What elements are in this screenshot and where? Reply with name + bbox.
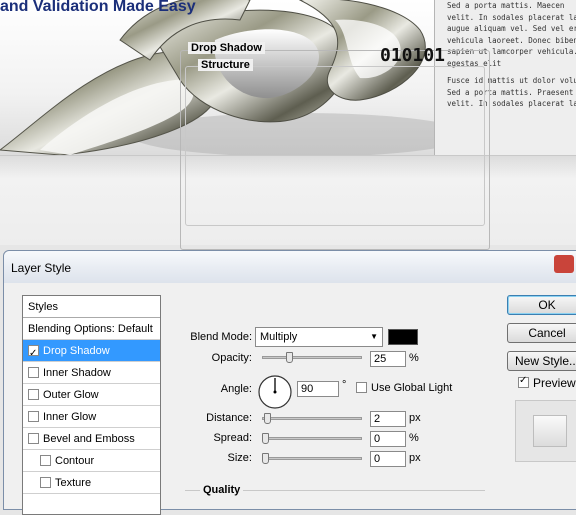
group-title: Drop Shadow [188,42,265,54]
distance-input[interactable]: 2 [370,411,406,427]
page-headline: and Validation Made Easy [0,0,196,15]
checkbox-icon[interactable] [40,454,51,466]
style-item[interactable]: Bevel and Emboss [23,428,160,450]
checkbox-icon [518,375,529,389]
distance-slider-thumb[interactable] [263,413,271,424]
styles-list: Styles Blending Options: Default Drop Sha… [22,295,161,515]
new-style-button[interactable]: New Style... [507,351,576,371]
preview-swatch [533,415,567,447]
ok-button[interactable]: OK [507,295,576,315]
style-item[interactable]: Contour [23,450,160,472]
style-item[interactable]: Texture [23,472,160,494]
structure-title: Structure [198,59,253,71]
checkbox-icon[interactable] [28,343,39,365]
overlay-binary-text: 010101 [380,45,446,66]
style-item-label: Bevel and Emboss [43,433,135,445]
checkbox-icon[interactable] [28,432,39,444]
angle-label: Angle: [220,383,252,395]
angle-input[interactable]: 90 [297,381,339,397]
distance-label: Distance: [206,412,252,424]
distance-unit: px [409,412,421,424]
style-item-label: Inner Glow [43,411,97,423]
blend-mode-label: Blend Mode: [190,331,252,343]
opacity-slider-track[interactable] [262,356,362,359]
style-item[interactable]: Inner Shadow [23,362,160,384]
spread-slider-track[interactable] [262,437,362,440]
checkbox-icon[interactable] [28,388,39,400]
angle-dial[interactable] [257,374,293,410]
spread-unit: % [409,432,419,444]
checkbox-icon[interactable] [40,476,51,488]
size-unit: px [409,452,421,464]
preview-checkbox[interactable]: Preview [518,375,576,390]
structure-group [185,66,485,226]
cancel-button[interactable]: Cancel [507,323,576,343]
quality-title: Quality [200,484,244,496]
style-item[interactable]: Blending Options: Default [23,318,160,340]
opacity-input[interactable]: 25 [370,351,406,367]
size-label: Size: [227,452,252,464]
spread-label: Spread: [213,432,252,444]
dialog-title: Layer Style [11,261,72,275]
style-item[interactable]: Inner Glow [23,406,160,428]
opacity-unit: % [409,352,419,364]
style-item-label: Blending Options: Default [28,323,153,335]
spread-slider-thumb[interactable] [262,433,269,444]
style-item-label: Contour [55,455,95,467]
shadow-color-swatch[interactable] [388,329,418,345]
angle-unit: ° [342,379,347,391]
style-item-label: Outer Glow [43,389,99,401]
style-item[interactable]: Drop Shadow [23,340,160,365]
style-item-label: Drop Shadow [43,345,110,357]
style-preview [515,400,576,462]
style-item[interactable]: Outer Glow [23,384,160,406]
style-item-label: Inner Shadow [43,367,111,379]
dialog-titlebar[interactable]: Layer Style [4,251,576,283]
close-icon[interactable] [554,255,574,273]
preview-label: Preview [533,376,576,390]
spread-input[interactable]: 0 [370,431,406,447]
opacity-label: Opacity: [211,352,252,364]
checkbox-icon[interactable] [28,366,39,378]
checkbox-icon [356,381,367,393]
blend-mode-value: Multiply [260,331,298,343]
opacity-slider-thumb[interactable] [286,352,293,363]
style-item-label: Texture [55,477,92,489]
blend-mode-select[interactable]: Multiply ▼ [255,327,383,347]
use-global-light-label: Use Global Light [371,382,453,394]
size-slider-thumb[interactable] [262,453,269,464]
use-global-light-checkbox[interactable]: Use Global Light [356,381,453,394]
checkbox-icon[interactable] [28,410,39,422]
distance-slider-track[interactable] [262,417,362,420]
size-input[interactable]: 0 [370,451,406,467]
chevron-down-icon: ▼ [370,332,378,341]
size-slider-track[interactable] [262,457,362,460]
styles-header[interactable]: Styles [23,296,160,318]
